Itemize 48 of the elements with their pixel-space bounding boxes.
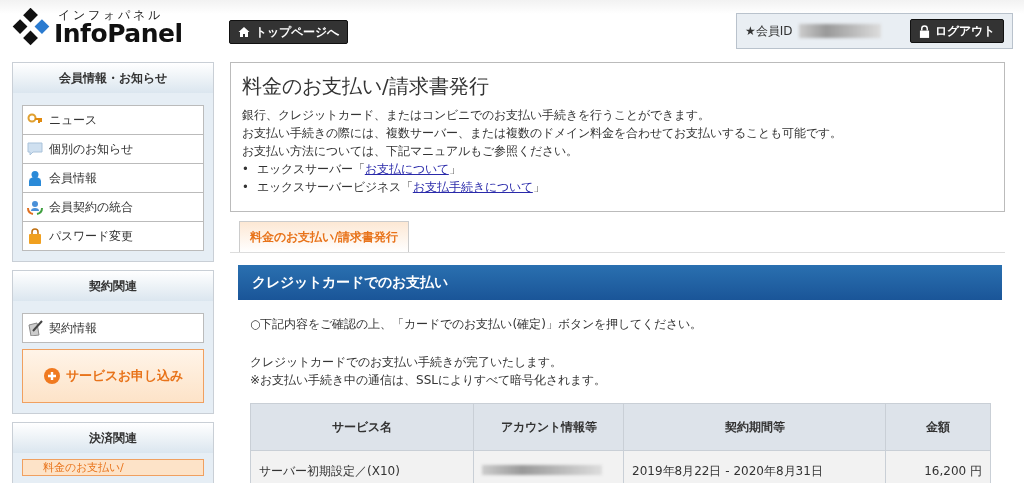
plus-circle-icon — [43, 368, 60, 384]
manual-link-item: • エックスサーバービジネス「お支払手続きについて」 — [242, 178, 545, 196]
logo-diamonds-icon — [12, 8, 50, 46]
sidebar-item[interactable]: 会員情報 — [22, 164, 204, 193]
sidebar-item-label: 会員契約の統合 — [49, 198, 133, 216]
member-id-label: ★会員ID — [745, 22, 793, 40]
note-text: クレジットカードでのお支払い手続きが完了いたします。 — [250, 354, 563, 371]
panel-heading: 決済関連 — [13, 423, 213, 453]
column-header: アカウント情報等 — [473, 403, 624, 451]
sidebar-item[interactable]: 契約情報 — [22, 313, 204, 343]
people-arrows-icon — [27, 199, 43, 215]
sidebar-item[interactable]: 会員契約の統合 — [22, 193, 204, 222]
sidebar-item[interactable]: ニュース — [22, 105, 204, 135]
instruction-text: ○下記内容をご確認の上、「カードでのお支払い(確定)」ボタンを押してください。 — [250, 316, 703, 333]
sidebar-item-label: 契約情報 — [49, 319, 97, 337]
home-icon — [238, 26, 250, 38]
panel-heading: 会員情報・お知らせ — [13, 63, 213, 93]
sidebar-item-label: 個別のお知らせ — [49, 140, 133, 158]
table-cell: サーバー初期設定／(X10) — [250, 450, 474, 483]
document-pen-icon — [27, 320, 43, 336]
manual-link[interactable]: お支払手続きについて — [412, 178, 533, 196]
description-text: 銀行、クレジットカード、またはコンビニでのお支払い手続きを行うことができます。 — [242, 107, 711, 124]
manual-link-item: • エックスサーバー「お支払について」 — [242, 160, 461, 178]
sidebar-item[interactable]: 個別のお知らせ — [22, 135, 204, 164]
column-header: 契約期間等 — [623, 403, 886, 451]
speech-bubble-icon — [27, 141, 43, 157]
sidebar-item[interactable]: パスワード変更 — [22, 222, 204, 251]
padlock-icon — [919, 24, 930, 38]
note-text: ※お支払い手続き中の通信は、SSLによりすべて暗号化されます。 — [250, 372, 607, 389]
top-page-button[interactable]: トップページへ — [229, 20, 348, 44]
logo-kana: インフォパネル — [58, 8, 164, 21]
description-text: お支払い方法については、下記マニュアルもご参照ください。 — [242, 143, 579, 160]
panel-heading: 契約関連 — [13, 271, 213, 301]
logout-button[interactable]: ログアウト — [910, 19, 1004, 43]
sidebar-item-label: ニュース — [49, 111, 97, 129]
column-header: 金額 — [885, 403, 991, 451]
table-cell: 16,200 円 — [885, 450, 991, 483]
sidebar-item-label: 会員情報 — [49, 169, 97, 187]
logo-name: InfoPanel — [54, 20, 183, 46]
table-cell: 2019年8月22日 - 2020年8月31日 — [623, 450, 886, 483]
section-heading: クレジットカードでのお支払い — [238, 265, 1002, 300]
page-title: 料金のお支払い/請求書発行 — [242, 73, 490, 100]
person-icon — [27, 170, 43, 186]
description-text: お支払い手続きの際には、複数サーバー、または複数のドメイン料金を合わせてお支払いすることも可能です。 — [242, 125, 843, 142]
column-header: サービス名 — [250, 403, 474, 451]
bag-icon — [27, 228, 43, 244]
sidebar-item-label: パスワード変更 — [49, 227, 133, 245]
manual-link[interactable]: お支払について — [364, 160, 449, 178]
